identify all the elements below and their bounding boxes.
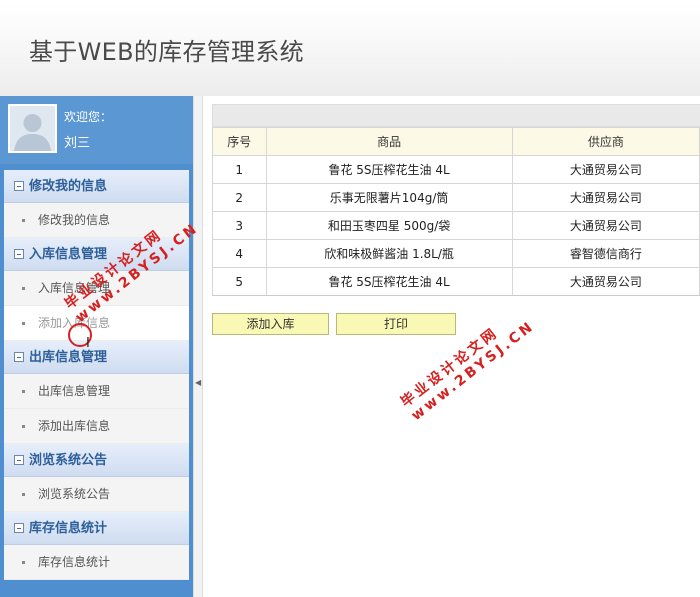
cell-product: 乐事无限薯片104g/筒 [265,183,513,212]
menu-group-label: 修改我的信息 [29,179,108,194]
cell-supplier: 睿智德信商行 [511,239,700,268]
menu-item-label: 库存信息统计 [38,555,111,569]
menu-group-label: 入库信息管理 [29,247,108,262]
bullet-icon [22,287,25,290]
bullet-icon [22,493,25,496]
sidebar: 欢迎您： 刘三 修改我的信息 修改我的信息 入库信息管理 入库信息管理 添加入库… [0,96,193,597]
cell-supplier: 大通贸易公司 [511,267,700,296]
table-row[interactable]: 5 鲁花 5S压榨花生油 4L 大通贸易公司 [212,267,700,296]
menu-group-label: 浏览系统公告 [29,453,108,468]
column-header-supplier[interactable]: 供应商 [511,127,700,156]
table-row[interactable]: 3 和田玉枣四星 500g/袋 大通贸易公司 [212,211,700,240]
bullet-icon [22,390,25,393]
table-row[interactable]: 2 乐事无限薯片104g/筒 大通贸易公司 [212,183,700,212]
menu-item-outbound-add[interactable]: 添加出库信息 [4,409,189,444]
collapse-arrow-icon[interactable]: ◀ [195,378,201,387]
collapse-icon[interactable] [14,455,24,465]
menu-item-notice-browse[interactable]: 浏览系统公告 [4,477,189,512]
cell-index: 3 [212,211,267,240]
app-header: 基于WEB的库存管理系统 [0,0,700,96]
table-row[interactable]: 4 欣和味极鲜酱油 1.8L/瓶 睿智德信商行 [212,239,700,268]
user-name: 刘三 [64,136,91,151]
cell-product: 和田玉枣四星 500g/袋 [265,211,513,240]
menu-item-label: 修改我的信息 [38,213,111,227]
bullet-icon [22,425,25,428]
cell-product: 鲁花 5S压榨花生油 4L [265,267,513,296]
bullet-icon [22,561,25,564]
column-header-product[interactable]: 商品 [265,127,513,156]
welcome-label: 欢迎您： [64,110,113,124]
menu-item-stock-stats[interactable]: 库存信息统计 [4,545,189,580]
print-button[interactable]: 打印 [336,313,456,335]
cell-product: 鲁花 5S压榨花生油 4L [265,155,513,184]
menu-item-label: 添加出库信息 [38,419,111,433]
sidebar-splitter[interactable]: ◀ [193,96,203,597]
text-cursor-icon: I [86,336,90,351]
menu-group-outbound[interactable]: 出库信息管理 [4,341,189,374]
add-inbound-button[interactable]: 添加入库 [212,313,329,335]
page-title: 基于WEB的库存管理系统 [29,38,304,66]
avatar [8,104,57,153]
bullet-icon [22,322,25,325]
collapse-icon[interactable] [14,249,24,259]
collapse-icon[interactable] [14,523,24,533]
menu-group-label: 出库信息管理 [29,350,108,365]
menu-group-stock[interactable]: 库存信息统计 [4,512,189,545]
menu-group-label: 库存信息统计 [29,521,108,536]
collapse-icon[interactable] [14,181,24,191]
collapse-icon[interactable] [14,352,24,362]
menu-group-notice[interactable]: 浏览系统公告 [4,444,189,477]
column-header-index[interactable]: 序号 [212,127,267,156]
menu-item-outbound-manage[interactable]: 出库信息管理 [4,374,189,409]
cell-index: 5 [212,267,267,296]
cell-product: 欣和味极鲜酱油 1.8L/瓶 [265,239,513,268]
table-header-row: 序号 商品 供应商 [212,127,700,156]
cell-index: 4 [212,239,267,268]
main-content: 序号 商品 供应商 1 鲁花 5S压榨花生油 4L 大通贸易公司 2 乐事无限薯… [203,96,700,597]
cell-index: 1 [212,155,267,184]
user-panel: 欢迎您： 刘三 [0,96,193,164]
cell-index: 2 [212,183,267,212]
cell-supplier: 大通贸易公司 [511,183,700,212]
cell-supplier: 大通贸易公司 [511,211,700,240]
grid-toolbar [212,104,700,127]
menu-item-label: 出库信息管理 [38,384,111,398]
bullet-icon [22,219,25,222]
inbound-table: 序号 商品 供应商 1 鲁花 5S压榨花生油 4L 大通贸易公司 2 乐事无限薯… [212,127,700,296]
menu-group-profile[interactable]: 修改我的信息 [4,170,189,203]
user-silhouette-icon [10,106,55,151]
table-row[interactable]: 1 鲁花 5S压榨花生油 4L 大通贸易公司 [212,155,700,184]
menu-item-label: 浏览系统公告 [38,487,111,501]
cell-supplier: 大通贸易公司 [511,155,700,184]
